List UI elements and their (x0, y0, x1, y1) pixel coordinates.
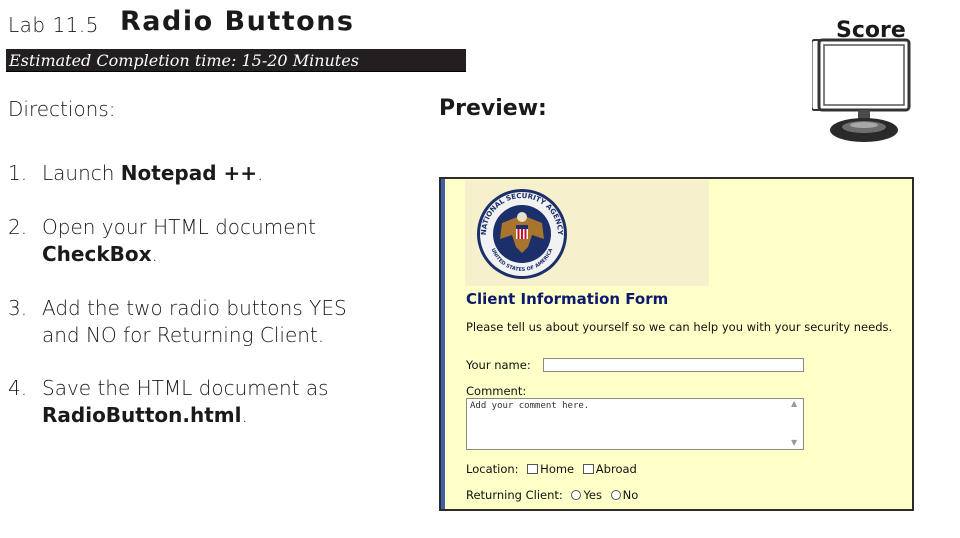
returning-client-label: Returning Client: (466, 488, 563, 502)
step-3: 3. Add the two radio buttons YES and NO f… (8, 295, 388, 349)
step-number: 2. (8, 215, 28, 239)
returning-client-row: Returning Client: Yes No (466, 488, 638, 502)
step-text-continued: and NO for Returning Client. (42, 323, 325, 347)
checkbox-home[interactable] (527, 464, 539, 474)
monitor-icon (812, 38, 911, 142)
step-bold-text: RadioButton.html (42, 403, 242, 427)
step-text: Save the HTML document as (42, 376, 329, 400)
scroll-down-icon[interactable]: ▼ (791, 438, 797, 447)
checkbox-home-label: Home (540, 462, 575, 476)
step-bold-text: CheckBox (42, 242, 152, 266)
step-punct: . (151, 242, 158, 266)
step-number: 3. (8, 296, 28, 320)
preview-frame-accent (441, 179, 445, 509)
step-text: Launch (42, 161, 121, 185)
nsa-seal-logo: NATIONAL SECURITY AGENCY UNITED STATES O… (477, 189, 567, 279)
radio-no[interactable] (610, 490, 621, 500)
step-text: Add the two radio buttons YES (42, 296, 347, 320)
comment-textarea[interactable]: Add your comment here. (466, 398, 804, 450)
preview-label: Preview: (439, 96, 547, 121)
step-1: 1. Launch Notepad ++. (8, 160, 388, 187)
checkbox-abroad[interactable] (582, 464, 594, 474)
directions-label: Directions: (8, 97, 116, 121)
comment-label: Comment: (466, 384, 527, 398)
time-estimate-text: Estimated Completion time: 15-20 Minutes (9, 51, 359, 70)
checkbox-abroad-label: Abroad (595, 462, 637, 476)
radio-yes-label: Yes (583, 488, 603, 502)
name-input[interactable] (543, 358, 804, 372)
location-label: Location: (466, 462, 519, 476)
form-intro-text: Please tell us about yourself so we can … (466, 320, 893, 334)
lab-title: Radio Buttons (120, 6, 355, 37)
step-4: 4. Save the HTML document as RadioButton.… (8, 375, 388, 429)
step-number: 4. (8, 376, 28, 400)
step-bold-text: Notepad ++ (120, 161, 257, 185)
step-text: Open your HTML document (42, 215, 317, 239)
step-2: 2. Open your HTML document CheckBox. (8, 214, 388, 268)
lab-number: Lab 11.5 (8, 13, 99, 37)
radio-no-label: No (622, 488, 639, 502)
radio-yes[interactable] (571, 490, 582, 500)
scroll-up-icon[interactable]: ▲ (791, 399, 797, 408)
step-punct: . (257, 161, 264, 185)
step-number: 1. (8, 161, 28, 185)
form-title: Client Information Form (466, 290, 669, 308)
location-row: Location: Home Abroad (466, 462, 637, 476)
step-punct: . (241, 403, 248, 427)
name-label: Your name: (466, 358, 531, 372)
